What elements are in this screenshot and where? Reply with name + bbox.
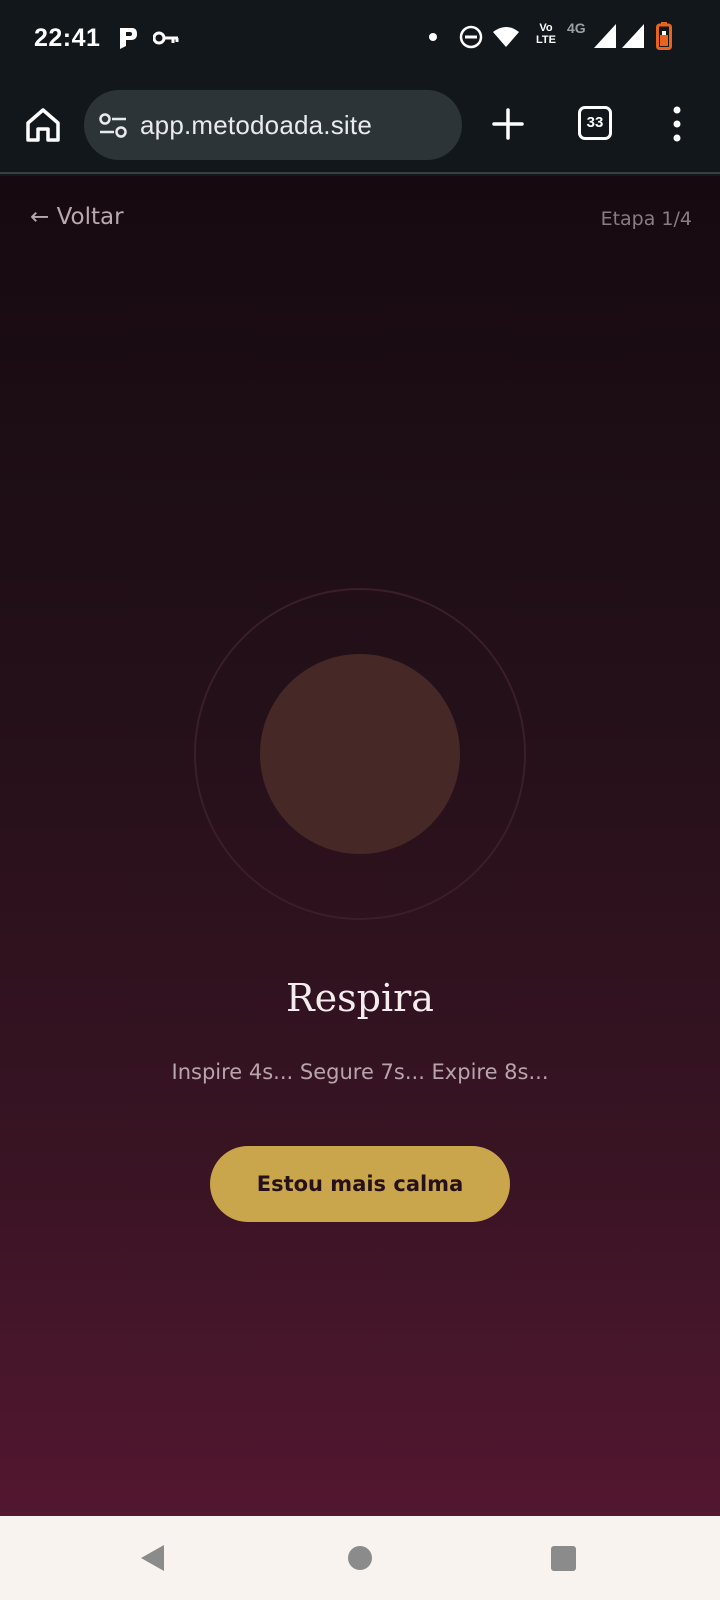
browser-toolbar: app.metodoada.site 33 xyxy=(0,78,720,174)
wifi-icon xyxy=(493,27,519,47)
step-indicator: Etapa 1/4 xyxy=(600,208,692,230)
breathing-instructions: Inspire 4s... Segure 7s... Expire 8s... xyxy=(171,1060,549,1084)
key-icon xyxy=(153,31,179,45)
page-title: Respira xyxy=(286,976,434,1020)
parking-icon xyxy=(120,28,137,49)
status-time: 22:41 xyxy=(34,24,101,52)
calm-button[interactable]: Estou mais calma xyxy=(210,1146,510,1222)
signal-icon xyxy=(622,24,644,48)
signal-icon xyxy=(594,24,616,48)
breathing-page: ← Voltar Etapa 1/4 Respira Inspire 4s...… xyxy=(0,176,720,1516)
tabs-icon[interactable]: 33 xyxy=(578,106,612,140)
battery-icon xyxy=(656,22,672,50)
home-icon[interactable] xyxy=(22,104,64,146)
recents-square-icon[interactable] xyxy=(551,1546,576,1571)
navigation-bar xyxy=(0,1516,720,1600)
dnd-icon xyxy=(459,25,483,49)
more-vert-icon[interactable] xyxy=(670,104,684,144)
volte-icon: Vo LTE xyxy=(532,22,560,46)
volte-top-label: Vo xyxy=(539,22,553,34)
url-text[interactable]: app.metodoada.site xyxy=(140,110,372,141)
address-bar[interactable]: app.metodoada.site xyxy=(84,90,462,160)
status-bar: 22:41 Vo LTE 4G xyxy=(0,0,720,78)
back-link[interactable]: ← Voltar xyxy=(30,204,124,230)
volte-bottom-label: LTE xyxy=(536,34,556,46)
notification-dot-icon xyxy=(429,33,437,41)
home-circle-icon[interactable] xyxy=(348,1546,372,1570)
back-triangle-icon[interactable] xyxy=(140,1544,166,1572)
plus-icon[interactable] xyxy=(490,106,526,142)
tune-icon[interactable] xyxy=(98,112,128,140)
breathing-orb xyxy=(260,654,460,854)
network-type: 4G xyxy=(567,20,586,36)
